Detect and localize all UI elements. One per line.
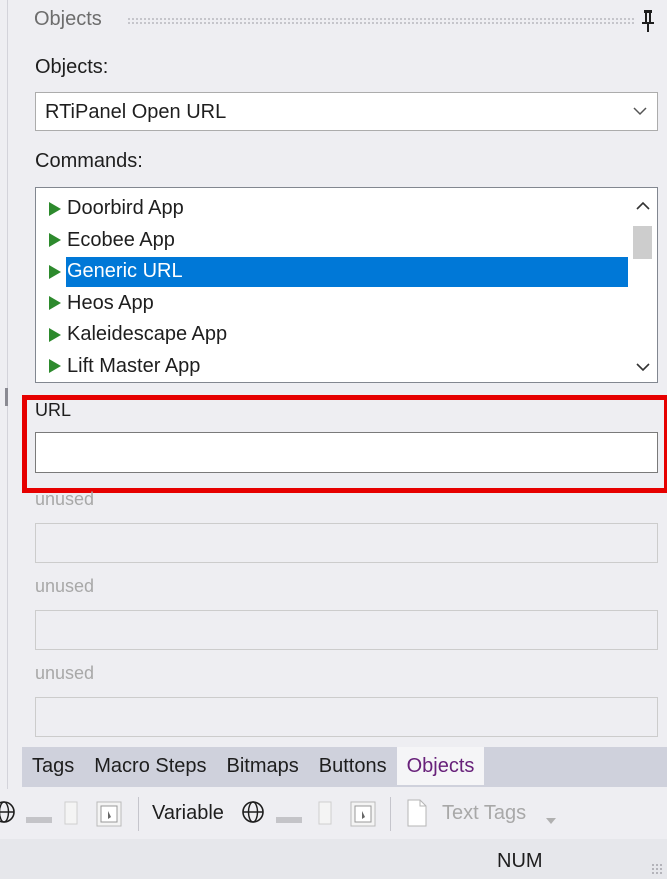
- dropdown-arrow-icon[interactable]: [546, 811, 556, 829]
- command-list-item[interactable]: Ecobee App: [36, 225, 629, 257]
- toolbar-separator: [390, 797, 391, 831]
- scroll-down-icon[interactable]: [628, 352, 657, 382]
- chevron-down-icon[interactable]: [622, 93, 657, 130]
- device-icon[interactable]: [64, 801, 78, 830]
- toolbar-separator: [138, 797, 139, 831]
- command-label: Heos App: [67, 291, 154, 314]
- objects-select-value: RTiPanel Open URL: [45, 101, 227, 123]
- resize-grip-icon[interactable]: [651, 863, 663, 875]
- panel-title-bar[interactable]: Objects: [22, 0, 667, 44]
- device-icon[interactable]: [318, 801, 332, 830]
- text-tags-button[interactable]: Text Tags: [442, 802, 526, 825]
- param4-label: unused: [35, 663, 95, 683]
- param2-input: [35, 523, 658, 563]
- globe-icon[interactable]: [0, 799, 16, 830]
- bottom-toolbar: Variable Text Tags: [0, 789, 667, 839]
- document-icon[interactable]: [406, 799, 428, 832]
- left-dock-strip: [0, 0, 22, 879]
- commands-rows: Doorbird App Ecobee App Generic URL Heos Ap…: [36, 193, 629, 382]
- scroll-thumb[interactable]: [633, 226, 652, 259]
- touch-panel-icon[interactable]: [350, 801, 376, 832]
- commands-list[interactable]: Doorbird App Ecobee App Generic URL Heos Ap…: [35, 187, 658, 383]
- command-label: Generic URL: [66, 256, 629, 287]
- command-list-item[interactable]: Generic URL: [36, 256, 629, 288]
- panel-title: Objects: [34, 8, 102, 30]
- play-icon: [49, 359, 61, 374]
- command-label: Ecobee App: [67, 228, 175, 251]
- touch-panel-icon[interactable]: [96, 801, 122, 832]
- status-bar: NUM: [0, 839, 667, 879]
- title-grip: [127, 17, 635, 25]
- play-icon: [49, 264, 61, 279]
- param3-input: [35, 610, 658, 650]
- command-label: Lift Master App: [67, 354, 201, 377]
- tab-buttons[interactable]: Buttons: [309, 747, 397, 785]
- objects-label: Objects:: [35, 56, 109, 78]
- play-icon: [49, 201, 61, 216]
- objects-select[interactable]: RTiPanel Open URL: [35, 92, 658, 131]
- tab-macro-steps[interactable]: Macro Steps: [84, 747, 216, 785]
- tab-tags[interactable]: Tags: [22, 747, 84, 785]
- variable-button[interactable]: Variable: [152, 802, 224, 825]
- commands-scrollbar[interactable]: [628, 188, 657, 382]
- panel-tab-strip: Tags Macro Steps Bitmaps Buttons Objects: [22, 747, 667, 787]
- url-input[interactable]: [35, 432, 658, 473]
- commands-label: Commands:: [35, 150, 143, 172]
- command-label: Kaleidescape App: [67, 323, 228, 346]
- pin-icon[interactable]: [640, 8, 656, 34]
- connector-icon[interactable]: [26, 811, 52, 829]
- splitter-handle[interactable]: [5, 388, 8, 406]
- command-label: Doorbird App: [67, 197, 184, 220]
- command-list-item[interactable]: Doorbird App: [36, 193, 629, 225]
- play-icon: [49, 233, 61, 248]
- scroll-up-icon[interactable]: [628, 190, 657, 220]
- tab-objects[interactable]: Objects: [396, 747, 485, 785]
- command-list-item[interactable]: Kaleidescape App: [36, 319, 629, 351]
- param2-label: unused: [35, 489, 95, 509]
- globe-icon[interactable]: [241, 799, 265, 830]
- command-list-item[interactable]: Lift Master App: [36, 351, 629, 383]
- url-label: URL: [35, 400, 72, 420]
- command-list-item[interactable]: Heos App: [36, 288, 629, 320]
- play-icon: [49, 296, 61, 311]
- play-icon: [49, 327, 61, 342]
- objects-panel: Objects Objects: RTiPanel Open URL Comma…: [0, 0, 667, 879]
- param3-label: unused: [35, 576, 95, 596]
- num-lock-indicator: NUM: [497, 850, 543, 872]
- connector-icon[interactable]: [276, 811, 302, 829]
- param4-input: [35, 697, 658, 737]
- dock-edge: [7, 0, 8, 879]
- tab-bitmaps[interactable]: Bitmaps: [217, 747, 309, 785]
